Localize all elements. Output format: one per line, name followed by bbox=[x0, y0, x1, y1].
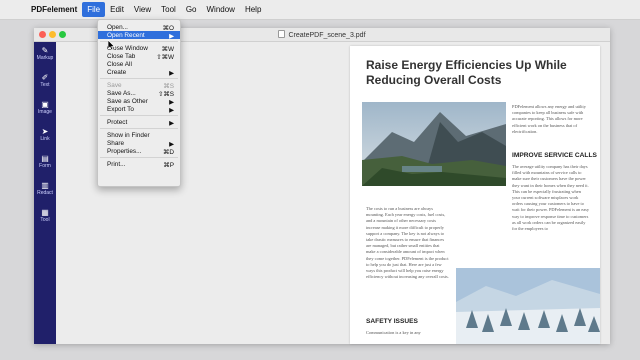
sidebar-tool-label: Tool bbox=[40, 217, 50, 223]
menu-bar: PDFelement File Edit View Tool Go Window… bbox=[0, 0, 640, 20]
menu-item-export-to[interactable]: Export To ▶ bbox=[98, 105, 180, 114]
menu-item-label: Open Recent bbox=[107, 31, 145, 39]
menu-item-shortcut: ⌘D bbox=[162, 148, 174, 156]
form-icon: ▤ bbox=[41, 154, 49, 163]
tool-icon: ▦ bbox=[41, 208, 49, 217]
menu-separator bbox=[100, 128, 178, 129]
menu-item-protect[interactable]: Protect ▶ bbox=[98, 118, 180, 127]
submenu-arrow-icon: ▶ bbox=[169, 106, 174, 114]
menu-item-label: Close Tab bbox=[107, 52, 136, 60]
document-title-text: CreatePDF_scene_3.pdf bbox=[288, 32, 366, 39]
menu-app-name[interactable]: PDFelement bbox=[26, 2, 82, 17]
mouse-cursor-icon bbox=[108, 40, 115, 50]
sidebar-tool-link[interactable]: ➤ Link bbox=[34, 127, 56, 142]
sidebar-tool-form[interactable]: ▤ Form bbox=[34, 154, 56, 169]
menu-item-label: Protect bbox=[107, 118, 128, 126]
menu-item-label: Properties... bbox=[107, 147, 142, 155]
sidebar-tool-markup[interactable]: ✎ Markup bbox=[34, 46, 56, 61]
menu-item-label: Export To bbox=[107, 105, 134, 113]
submenu-arrow-icon: ▶ bbox=[169, 69, 174, 77]
menu-item-label: Share bbox=[107, 139, 125, 147]
sidebar-tool-image[interactable]: ▣ Image bbox=[34, 100, 56, 115]
menu-item-share[interactable]: Share ▶ bbox=[98, 139, 180, 148]
menu-item-save-as[interactable]: Save As... ⇧⌘S bbox=[98, 89, 180, 98]
menu-separator bbox=[100, 157, 178, 158]
document-icon bbox=[278, 30, 286, 38]
subhead-safety-issues[interactable]: SAFETY ISSUES bbox=[366, 318, 418, 325]
sidebar-tool-label: Form bbox=[39, 163, 51, 169]
submenu-arrow-icon: ▶ bbox=[169, 32, 174, 40]
sidebar-tool-text[interactable]: ✐ Text bbox=[34, 73, 56, 88]
menu-item-label: Save As... bbox=[107, 89, 136, 97]
menu-help[interactable]: Help bbox=[240, 2, 266, 17]
menu-window[interactable]: Window bbox=[201, 2, 239, 17]
menu-item-create[interactable]: Create ▶ bbox=[98, 68, 180, 77]
sidebar-tool-label: Link bbox=[40, 136, 50, 142]
menu-edit[interactable]: Edit bbox=[105, 2, 129, 17]
menu-separator bbox=[100, 78, 178, 79]
mountain-lake-image[interactable] bbox=[362, 102, 506, 186]
snowy-forest-image[interactable] bbox=[456, 268, 600, 344]
subhead-service-calls[interactable]: IMPROVE SERVICE CALLS bbox=[512, 152, 597, 159]
sidebar-tool-label: Image bbox=[38, 109, 52, 115]
link-icon: ➤ bbox=[41, 127, 49, 136]
left-paragraph[interactable]: The costs to run a business are always m… bbox=[366, 206, 450, 280]
submenu-arrow-icon: ▶ bbox=[169, 119, 174, 127]
pdf-page[interactable]: Raise Energy Efficiencies Up While Reduc… bbox=[350, 46, 600, 344]
text-icon: ✐ bbox=[41, 73, 49, 82]
menu-item-label: Save bbox=[107, 81, 122, 89]
menu-item-shortcut: ⌘P bbox=[163, 161, 174, 169]
intro-paragraph[interactable]: PDFelement allows any energy and utility… bbox=[512, 104, 590, 135]
menu-item-show-in-finder[interactable]: Show in Finder bbox=[98, 131, 180, 139]
image-icon: ▣ bbox=[41, 100, 49, 109]
menu-tool[interactable]: Tool bbox=[156, 2, 181, 17]
service-paragraph[interactable]: The average utility company has their da… bbox=[512, 164, 590, 232]
menu-item-label: Print... bbox=[107, 160, 126, 168]
page-headline[interactable]: Raise Energy Efficiencies Up While Reduc… bbox=[366, 58, 576, 88]
menu-item-label: Open... bbox=[107, 23, 128, 31]
menu-item-label: Save as Other bbox=[107, 97, 148, 105]
menu-view[interactable]: View bbox=[129, 2, 156, 17]
tool-sidebar: ✎ Markup ✐ Text ▣ Image ➤ Link ▤ Form ▥ Redact… bbox=[34, 42, 56, 344]
sidebar-tool-label: Text bbox=[40, 82, 50, 88]
left-text: The costs to run a business are always m… bbox=[366, 206, 449, 280]
menu-item-print[interactable]: Print... ⌘P bbox=[98, 160, 180, 169]
redact-icon: ▥ bbox=[41, 181, 49, 190]
sidebar-tool-label: Markup bbox=[36, 55, 54, 61]
menu-item-close-tab[interactable]: Close Tab ⇧⌘W bbox=[98, 52, 180, 61]
sidebar-tool-tool[interactable]: ▦ Tool bbox=[34, 208, 56, 223]
menu-go[interactable]: Go bbox=[181, 2, 202, 17]
menu-separator bbox=[100, 115, 178, 116]
menu-item-open[interactable]: Open... ⌘O bbox=[98, 23, 180, 32]
safety-text: Communication is a key in any bbox=[366, 330, 421, 335]
menu-item-open-recent[interactable]: Open Recent ▶ bbox=[98, 31, 180, 40]
safety-paragraph[interactable]: Communication is a key in any bbox=[366, 330, 450, 336]
sidebar-tool-label: Redact bbox=[37, 190, 53, 196]
service-text: The average utility company has their da… bbox=[512, 164, 590, 232]
markup-icon: ✎ bbox=[41, 46, 49, 55]
menu-item-label: Close All bbox=[107, 60, 132, 68]
menu-item-label: Show in Finder bbox=[107, 131, 150, 139]
menu-item-properties[interactable]: Properties... ⌘D bbox=[98, 147, 180, 156]
menu-item-save-as-other[interactable]: Save as Other ▶ bbox=[98, 97, 180, 106]
menu-item-save[interactable]: Save ⌘S bbox=[98, 81, 180, 90]
sidebar-tool-redact[interactable]: ▥ Redact bbox=[34, 181, 56, 196]
menu-file[interactable]: File bbox=[82, 2, 106, 17]
menu-item-label: Create bbox=[107, 68, 127, 76]
intro-text: PDFelement allows any energy and utility… bbox=[512, 104, 586, 134]
menu-item-close-all[interactable]: Close All bbox=[98, 60, 180, 68]
